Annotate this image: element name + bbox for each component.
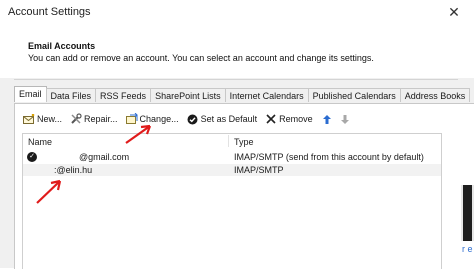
column-header-name[interactable]: Name [28, 137, 52, 147]
move-up-button[interactable] [321, 113, 335, 125]
new-label: New... [37, 114, 63, 124]
move-up-arrow-icon [321, 113, 333, 125]
clipped-edge-text: r e [462, 244, 473, 254]
set-default-button[interactable]: Set as Default [187, 113, 258, 125]
repair-label: Repair... [84, 114, 118, 124]
tab-email[interactable]: Email [14, 86, 47, 102]
section-title: Email Accounts [28, 41, 96, 51]
tab-sharepoint-lists[interactable]: SharePoint Lists [150, 88, 226, 102]
x-remove-icon [265, 113, 277, 125]
vertical-scrollbar[interactable] [461, 185, 474, 241]
tab-strip: Email Data Files RSS Feeds SharePoint Li… [14, 86, 471, 103]
change-label: Change... [139, 114, 179, 124]
close-icon[interactable]: ✕ [446, 3, 462, 21]
set-default-label: Set as Default [200, 114, 258, 124]
account-name: @gmail.com [79, 152, 130, 162]
column-header-type[interactable]: Type [234, 137, 254, 147]
tab-internet-calendars[interactable]: Internet Calendars [224, 88, 309, 102]
repair-button[interactable]: Repair... [70, 113, 118, 125]
account-type: IMAP/SMTP (send from this account by def… [234, 152, 424, 162]
account-row[interactable]: :@elin.hu IMAP/SMTP [23, 164, 441, 176]
tab-rss-feeds[interactable]: RSS Feeds [95, 88, 152, 102]
repair-tools-icon [70, 113, 82, 125]
account-name: :@elin.hu [54, 165, 93, 175]
move-down-button[interactable] [339, 113, 353, 125]
column-divider [228, 135, 229, 147]
accounts-list[interactable]: Name Type ✓ @gmail.com IMAP/SMTP (send f… [22, 133, 442, 269]
new-email-icon [23, 113, 35, 125]
change-button[interactable]: Change... [125, 113, 179, 125]
move-down-arrow-icon [339, 113, 351, 125]
remove-label: Remove [279, 114, 313, 124]
tab-address-books[interactable]: Address Books [399, 88, 471, 102]
window-title: Account Settings [8, 6, 91, 18]
header-divider [14, 79, 458, 80]
title-bar: Account Settings ✕ [0, 0, 474, 26]
new-button[interactable]: New... [23, 113, 62, 125]
section-description: You can add or remove an account. You ca… [28, 53, 374, 63]
tab-data-files[interactable]: Data Files [45, 88, 97, 102]
account-toolbar: New... Repair... Change... Set as Defaul… [23, 112, 361, 126]
header-band [0, 26, 474, 78]
remove-button[interactable]: Remove [265, 113, 313, 125]
scrollbar-thumb[interactable] [463, 185, 472, 241]
tab-published-calendars[interactable]: Published Calendars [307, 88, 401, 102]
account-type: IMAP/SMTP [234, 165, 284, 175]
change-settings-icon [125, 113, 138, 125]
default-account-check-icon: ✓ [27, 152, 37, 162]
checkmark-circle-icon [187, 113, 199, 125]
account-row[interactable]: ✓ @gmail.com IMAP/SMTP (send from this a… [23, 151, 441, 163]
